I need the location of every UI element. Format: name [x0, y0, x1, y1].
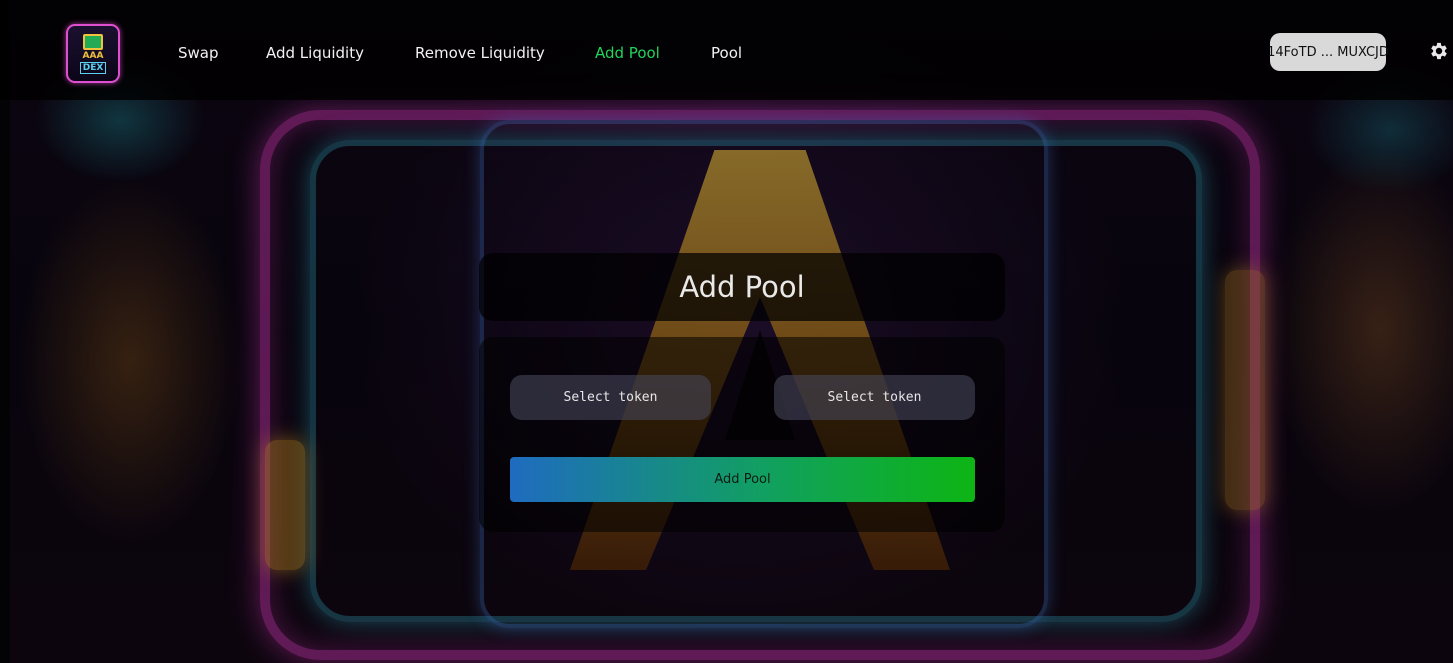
page-title-card: Add Pool: [479, 253, 1005, 321]
nav-swap[interactable]: Swap: [178, 44, 219, 62]
nav-add-liquidity[interactable]: Add Liquidity: [266, 44, 364, 62]
add-pool-form: Select token Select token Add Pool: [479, 337, 1005, 532]
wallet-address-button[interactable]: 14FoTD ... MUXCJD: [1267, 33, 1389, 71]
page-title: Add Pool: [679, 270, 805, 304]
nav-add-pool[interactable]: Add Pool: [595, 44, 660, 62]
logo-text-bottom: DEX: [79, 61, 107, 74]
nav-pool[interactable]: Pool: [711, 44, 742, 62]
select-token-b-button[interactable]: Select token: [774, 375, 975, 420]
gear-icon[interactable]: [1428, 40, 1450, 62]
top-navbar: AAA DEX Swap Add Liquidity Remove Liquid…: [0, 0, 1453, 100]
add-pool-submit-button[interactable]: Add Pool: [510, 457, 975, 502]
select-token-a-button[interactable]: Select token: [510, 375, 711, 420]
nav-remove-liquidity[interactable]: Remove Liquidity: [415, 44, 545, 62]
battery-icon: [83, 33, 103, 50]
logo-text-top: AAA: [82, 50, 104, 61]
app-logo[interactable]: AAA DEX: [66, 24, 120, 83]
